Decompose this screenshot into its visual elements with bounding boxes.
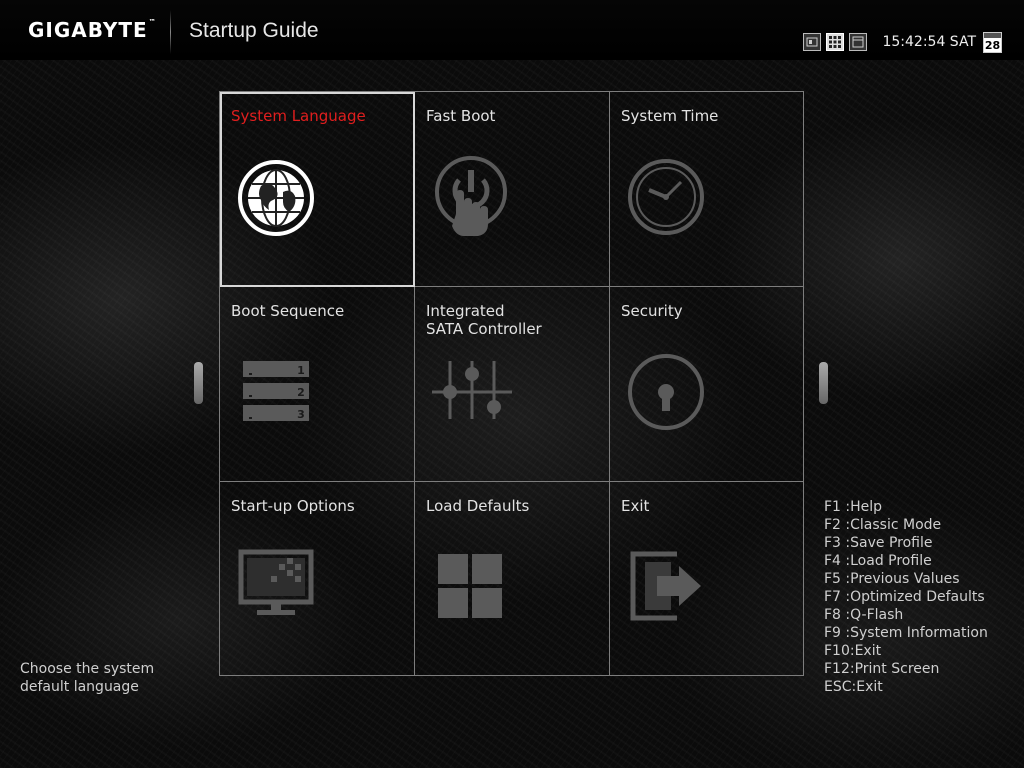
monitor-icon bbox=[238, 549, 314, 615]
tile-system-time[interactable]: System Time bbox=[610, 92, 805, 287]
tile-label: Integrated SATA Controller bbox=[426, 302, 542, 338]
easy-mode-icon[interactable] bbox=[803, 33, 822, 51]
tile-label: System Time bbox=[621, 107, 719, 125]
tile-label: Start-up Options bbox=[231, 497, 355, 515]
hotkey-f7[interactable]: F7 :Optimized Defaults bbox=[824, 588, 988, 606]
tile-label: Security bbox=[621, 302, 683, 320]
tile-fast-boot[interactable]: Fast Boot bbox=[415, 92, 610, 287]
globe-icon bbox=[238, 160, 314, 236]
grid-mode-icon[interactable] bbox=[826, 33, 845, 51]
hotkey-f1[interactable]: F1 :Help bbox=[824, 498, 988, 516]
hotkey-f5[interactable]: F5 :Previous Values bbox=[824, 570, 988, 588]
page-title: Startup Guide bbox=[189, 19, 319, 42]
windows-grid-icon bbox=[438, 554, 502, 618]
hotkey-f8[interactable]: F8 :Q-Flash bbox=[824, 606, 988, 624]
startup-guide-grid: System Language Fast Boot System Time Bo… bbox=[219, 91, 804, 676]
item-help-text: Choose the system default language bbox=[20, 661, 155, 695]
boot-number: 3 bbox=[297, 408, 305, 421]
tile-label: System Language bbox=[231, 107, 366, 125]
hotkey-f9[interactable]: F9 :System Information bbox=[824, 624, 988, 642]
tile-label: Load Defaults bbox=[426, 497, 530, 515]
classic-mode-icon[interactable] bbox=[849, 33, 868, 51]
tile-label: Boot Sequence bbox=[231, 302, 345, 320]
tile-startup-options[interactable]: Start-up Options bbox=[220, 482, 415, 677]
header-bar: GIGABYTE™ Startup Guide 15:42:54 SAT 28 bbox=[0, 0, 1024, 60]
scroll-left-handle[interactable] bbox=[194, 362, 203, 404]
hotkey-f10[interactable]: F10:Exit bbox=[824, 642, 988, 660]
calendar-icon: 28 bbox=[983, 31, 1002, 53]
tile-load-defaults[interactable]: Load Defaults bbox=[415, 482, 610, 677]
calendar-day: 28 bbox=[984, 38, 1001, 52]
scroll-right-handle[interactable] bbox=[819, 362, 828, 404]
header-divider bbox=[170, 10, 171, 54]
tile-exit[interactable]: Exit bbox=[610, 482, 805, 677]
hotkey-f3[interactable]: F3 :Save Profile bbox=[824, 534, 988, 552]
hotkey-legend: F1 :Help F2 :Classic Mode F3 :Save Profi… bbox=[824, 498, 988, 696]
hotkey-f12[interactable]: F12:Print Screen bbox=[824, 660, 988, 678]
sliders-icon bbox=[432, 361, 512, 419]
hotkey-f4[interactable]: F4 :Load Profile bbox=[824, 552, 988, 570]
header-status: 15:42:54 SAT 28 bbox=[803, 30, 1002, 54]
lock-icon bbox=[628, 354, 704, 430]
tile-sata-controller[interactable]: Integrated SATA Controller bbox=[415, 287, 610, 482]
tile-boot-sequence[interactable]: Boot Sequence 1 2 3 bbox=[220, 287, 415, 482]
tile-label: Fast Boot bbox=[426, 107, 496, 125]
hotkey-f2[interactable]: F2 :Classic Mode bbox=[824, 516, 988, 534]
tile-system-language[interactable]: System Language bbox=[220, 92, 415, 287]
clock-icon bbox=[628, 159, 704, 235]
boot-order-icon: 1 2 3 bbox=[243, 361, 309, 421]
system-clock: 15:42:54 SAT bbox=[882, 34, 976, 50]
boot-number: 2 bbox=[297, 386, 305, 399]
hotkey-esc[interactable]: ESC:Exit bbox=[824, 678, 988, 696]
boot-number: 1 bbox=[297, 364, 305, 377]
tile-security[interactable]: Security bbox=[610, 287, 805, 482]
power-touch-icon bbox=[435, 156, 507, 236]
tile-label: Exit bbox=[621, 497, 650, 515]
exit-door-icon bbox=[630, 551, 701, 621]
gigabyte-logo: GIGABYTE™ bbox=[28, 18, 157, 42]
